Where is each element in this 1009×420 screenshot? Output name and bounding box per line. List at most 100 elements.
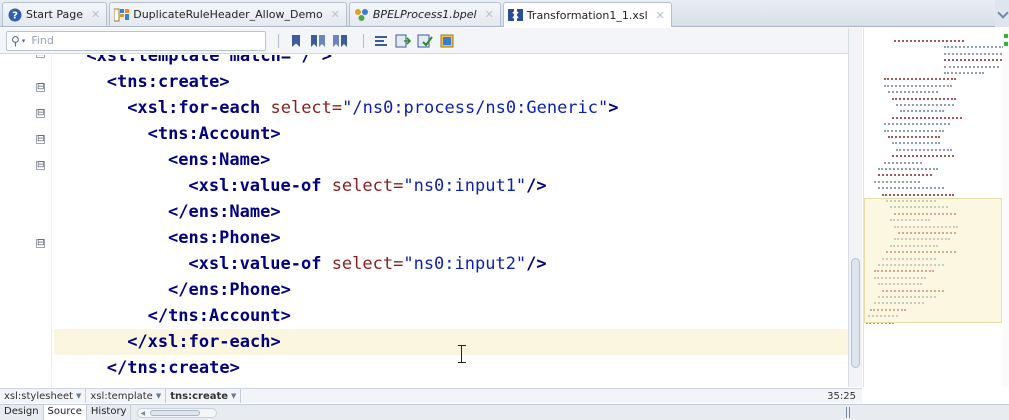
fold-toggle-icon[interactable]: ⊟ <box>36 83 45 92</box>
tab-duplicate-rule-header[interactable]: DuplicateRuleHeader_Allow_Demo ✕ <box>109 2 347 26</box>
code-line[interactable]: <xsl:for-each select="/ns0:process/ns0:G… <box>54 95 848 121</box>
chevron-down-icon[interactable]: ▼ <box>76 392 81 400</box>
breadcrumb-item-stylesheet[interactable]: xsl:stylesheet ▼ <box>0 389 87 403</box>
scrollbar-thumb[interactable] <box>150 409 201 416</box>
tab-bpel-process[interactable]: BPELProcess1.bpel ✕ <box>348 2 501 26</box>
breadcrumb-item-create[interactable]: tns:create ▼ <box>166 389 242 403</box>
xml-attribute: select= <box>331 176 404 196</box>
xml-tag: <tns:create> <box>106 72 230 92</box>
minimap-viewport[interactable] <box>864 198 1002 323</box>
xml-tag: <xsl:value-of <box>188 254 332 274</box>
minimap-line <box>884 129 944 134</box>
close-icon[interactable]: ✕ <box>656 9 665 22</box>
tab-label: Transformation1_1.xsl <box>526 8 648 22</box>
breadcrumb-label: xsl:stylesheet <box>4 390 74 402</box>
svg-text:?: ? <box>12 10 18 21</box>
minimap-line <box>892 155 954 159</box>
xml-tag: /> <box>526 254 547 274</box>
code-line[interactable]: </ens:Name> <box>54 199 848 225</box>
help-circle-icon: ? <box>7 7 22 22</box>
xml-string: "ns0:input1" <box>403 176 527 196</box>
chevron-down-icon[interactable]: ▼ <box>231 392 236 400</box>
code-line[interactable]: <tns:create> <box>54 69 848 95</box>
find-box[interactable]: ⚲ ▾ <box>6 30 266 51</box>
scrollbar-thumb[interactable] <box>851 258 860 368</box>
xml-attribute: select= <box>270 98 343 118</box>
fold-toggle-icon[interactable]: ⊟ <box>36 109 45 118</box>
code-line[interactable]: </ens:Phone> <box>54 277 848 303</box>
minimap-line <box>944 59 1006 63</box>
fold-toggle-icon[interactable]: ⊟ <box>36 239 45 248</box>
scroll-left-icon[interactable]: ◀ <box>140 410 145 417</box>
xml-tag: <ens:Phone> <box>168 228 281 248</box>
code-text: <tns:create> <box>54 72 230 92</box>
xml-string: "ns0:input2" <box>403 254 527 274</box>
editor-vertical-scrollbar[interactable] <box>848 28 862 387</box>
format-source-icon[interactable] <box>395 33 411 49</box>
minimap-line <box>892 97 956 102</box>
xml-attribute: select= <box>331 254 404 274</box>
code-line[interactable]: <xsl:value-of select="ns0:input2"/> <box>54 251 848 277</box>
validate-icon[interactable] <box>417 33 433 49</box>
code-line[interactable]: <ens:Name> <box>54 147 848 173</box>
error-stripe <box>1003 28 1009 387</box>
minimap-line <box>882 193 954 198</box>
code-minimap[interactable] <box>863 28 1009 387</box>
tab-transformation[interactable]: Transformation1_1.xsl ✕ <box>502 2 672 27</box>
breadcrumb-label: xsl:template <box>90 390 153 402</box>
chevron-down-icon[interactable]: ▾ <box>22 37 26 45</box>
breadcrumb-label: tns:create <box>170 390 229 402</box>
minimap-line <box>944 65 999 70</box>
close-icon[interactable]: ✕ <box>91 8 100 21</box>
bookmark-icon[interactable] <box>288 33 304 49</box>
code-text: </ens:Phone> <box>54 280 291 300</box>
code-line[interactable]: <tns:Account> <box>54 121 848 147</box>
tab-start-page[interactable]: ? Start Page ✕ <box>2 2 108 26</box>
minimap-line <box>884 78 956 82</box>
code-text: </tns:create> <box>54 358 240 378</box>
code-line[interactable]: <xsl:template match="/"> <box>54 55 848 69</box>
code-text: <xsl:value-of select="ns0:input1"/> <box>54 176 546 196</box>
minimap-line <box>944 72 984 76</box>
xsl-source-editor[interactable]: ⊟ ⊟ ⊟ ⊟ ⊟ ⊟ <xsl:template match="/"> <tns… <box>0 55 848 387</box>
xml-tag: <xsl:template match="/"> <box>86 55 333 66</box>
code-text: <ens:Name> <box>54 150 270 170</box>
chevron-down-icon[interactable]: ▼ <box>156 392 161 400</box>
code-line[interactable]: </tns:create> <box>54 355 848 381</box>
editor-tab-bar: ? Start Page ✕ DuplicateRuleHeader_Allow… <box>0 0 1009 27</box>
minimap-line <box>888 136 940 140</box>
xml-tag: </tns:create> <box>106 358 240 378</box>
minimap-line <box>900 110 944 114</box>
search-icon: ⚲ <box>11 33 20 48</box>
code-text: <ens:Phone> <box>54 228 281 248</box>
fold-toggle-icon[interactable]: ⊟ <box>36 135 45 144</box>
fold-toggle-icon[interactable]: ⊟ <box>36 161 45 170</box>
find-input[interactable] <box>29 33 230 48</box>
close-icon[interactable]: ✕ <box>331 8 340 21</box>
code-line[interactable]: <ens:Phone> <box>54 225 848 251</box>
code-line[interactable]: <xsl:value-of select="ns0:input1"/> <box>54 173 848 199</box>
test-xsl-icon[interactable] <box>439 33 455 49</box>
comment-lines-icon[interactable] <box>373 33 389 49</box>
previous-bookmark-icon[interactable] <box>310 33 326 49</box>
code-text: </tns:Account> <box>54 306 291 326</box>
code-line-current[interactable]: </xsl:for-each> <box>54 329 848 355</box>
tab-list-dropdown[interactable] <box>995 0 1009 27</box>
breadcrumb-item-template[interactable]: xsl:template ▼ <box>86 389 167 403</box>
close-icon[interactable]: ✕ <box>485 8 494 21</box>
xml-tag: > <box>608 98 619 118</box>
code-text: </xsl:for-each> <box>54 332 281 352</box>
split-handle-icon[interactable] <box>846 407 850 418</box>
minimap-line <box>896 104 954 108</box>
tab-design[interactable]: Design <box>0 405 44 420</box>
code-line[interactable]: </tns:Account> <box>54 303 848 329</box>
xml-tag: <xsl:value-of <box>188 176 332 196</box>
tab-history[interactable]: History <box>87 405 132 420</box>
fold-toggle-icon[interactable]: ⊟ <box>36 55 45 58</box>
minimap-line <box>944 46 1004 50</box>
tab-source[interactable]: Source <box>43 405 87 420</box>
tab-label: DuplicateRuleHeader_Allow_Demo <box>133 8 323 21</box>
status-ok-icon <box>1004 34 1008 38</box>
horizontal-scrollbar[interactable]: ◀ <box>137 407 218 418</box>
next-bookmark-icon[interactable] <box>332 33 348 49</box>
